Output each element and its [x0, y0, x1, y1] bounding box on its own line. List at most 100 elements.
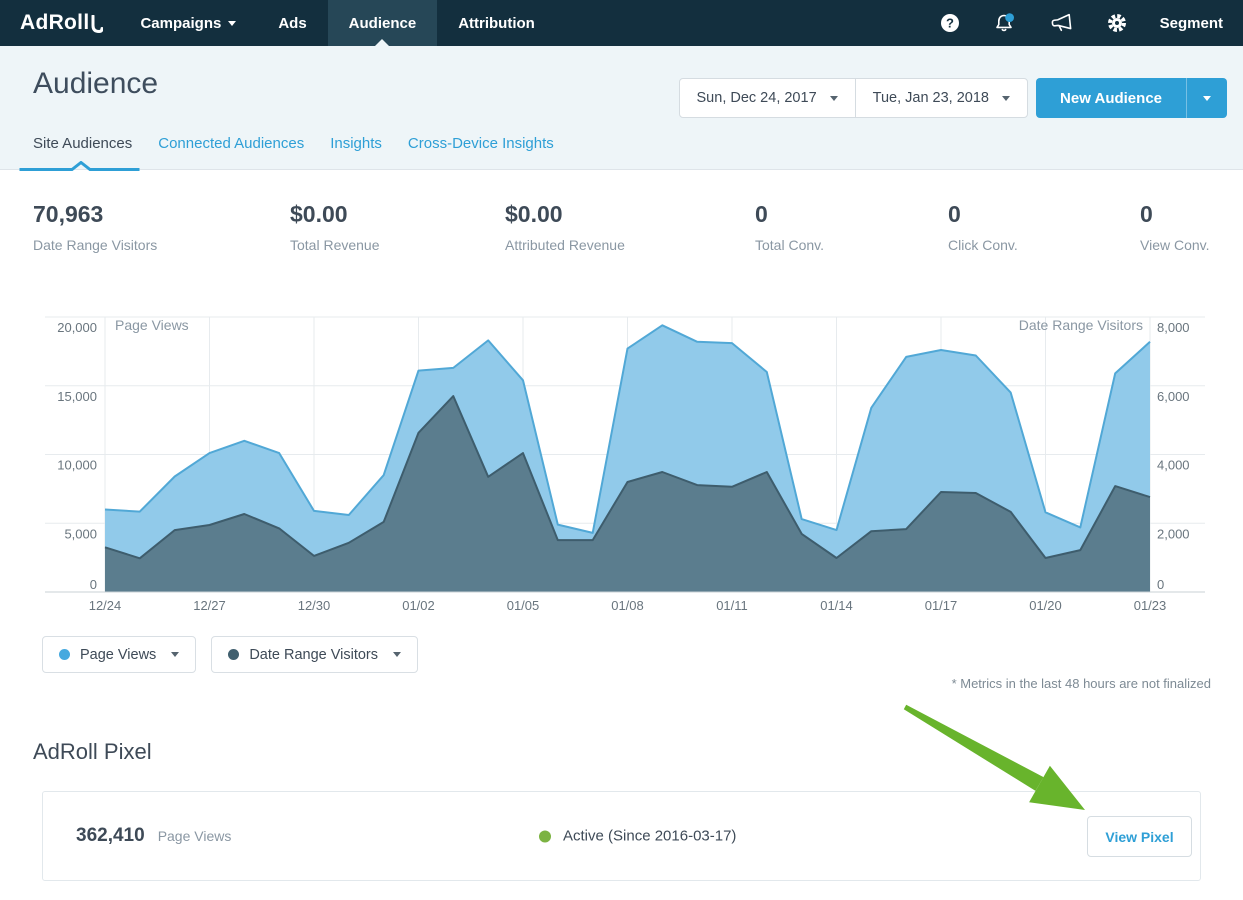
active-nav-notch: [375, 39, 389, 46]
chevron-down-icon: [1203, 96, 1211, 101]
page-title: Audience: [33, 67, 158, 101]
megaphone-icon[interactable]: [1049, 13, 1074, 33]
tab-site-audiences[interactable]: Site Audiences: [33, 135, 132, 152]
chevron-down-icon: [171, 652, 179, 657]
svg-text:01/17: 01/17: [925, 598, 958, 613]
stat-attributed-revenue: $0.00 Attributed Revenue: [505, 201, 755, 296]
stat-label: Date Range Visitors: [33, 237, 290, 253]
stat-value: 0: [948, 201, 1140, 228]
notification-badge: [1005, 13, 1014, 22]
stat-label: Click Conv.: [948, 237, 1140, 253]
svg-text:01/20: 01/20: [1029, 598, 1062, 613]
summary-stats: 70,963 Date Range Visitors $0.00 Total R…: [0, 171, 1243, 296]
legend-page-views-dropdown[interactable]: Page Views: [42, 636, 196, 673]
help-icon[interactable]: ?: [940, 13, 960, 33]
gear-icon[interactable]: [1107, 13, 1127, 33]
svg-text:01/08: 01/08: [611, 598, 644, 613]
stat-value: $0.00: [290, 201, 505, 228]
stat-total-revenue: $0.00 Total Revenue: [290, 201, 505, 296]
chevron-down-icon: [1002, 96, 1010, 101]
svg-text:20,000: 20,000: [57, 320, 97, 335]
active-tab-underline: [18, 161, 141, 171]
view-pixel-label: View Pixel: [1105, 829, 1173, 845]
svg-text:0: 0: [90, 577, 97, 592]
end-date-dropdown[interactable]: Tue, Jan 23, 2018: [855, 79, 1027, 117]
page-header: Audience Sun, Dec 24, 2017 Tue, Jan 23, …: [0, 46, 1243, 170]
nav-item-label: Campaigns: [140, 15, 221, 32]
start-date-value: Sun, Dec 24, 2017: [697, 90, 817, 106]
svg-text:Page Views: Page Views: [115, 317, 189, 333]
svg-text:12/27: 12/27: [193, 598, 226, 613]
start-date-dropdown[interactable]: Sun, Dec 24, 2017: [680, 79, 855, 117]
pixel-page-views-label: Page Views: [158, 828, 232, 844]
svg-text:12/30: 12/30: [298, 598, 331, 613]
stat-label: Total Revenue: [290, 237, 505, 253]
svg-text:8,000: 8,000: [1157, 320, 1190, 335]
svg-text:6,000: 6,000: [1157, 389, 1190, 404]
nav-item-campaigns[interactable]: Campaigns: [119, 0, 257, 46]
nav-item-label: Ads: [278, 15, 306, 32]
audience-page: AdRoll Campaigns Ads Audience Attributio…: [0, 0, 1243, 900]
end-date-value: Tue, Jan 23, 2018: [873, 90, 989, 106]
svg-text:Date Range Visitors: Date Range Visitors: [1019, 317, 1143, 333]
chevron-down-icon: [228, 21, 236, 26]
adroll-logo-hook: [90, 15, 103, 36]
adroll-pixel-card: 362,410 Page Views Active (Since 2016-03…: [42, 791, 1201, 881]
chevron-down-icon: [830, 96, 838, 101]
page-views-series-dot: [59, 649, 70, 660]
chart-legend: Page Views Date Range Visitors: [42, 636, 418, 673]
pixel-status-text: Active (Since 2016-03-17): [563, 828, 736, 845]
new-audience-label: New Audience: [1060, 90, 1162, 107]
nav-item-attribution[interactable]: Attribution: [437, 0, 556, 46]
pixel-page-views-value: 362,410: [76, 825, 145, 847]
view-pixel-button[interactable]: View Pixel: [1087, 816, 1192, 857]
nav-right-icons: ?: [940, 0, 1243, 46]
adroll-logo-text: AdRoll: [20, 11, 89, 35]
legend-label: Date Range Visitors: [249, 647, 378, 663]
nav-item-label: Audience: [349, 15, 417, 32]
stat-value: 70,963: [33, 201, 290, 228]
date-range-visitors-series-dot: [228, 649, 239, 660]
stat-value: 0: [1140, 201, 1243, 228]
svg-text:01/02: 01/02: [402, 598, 435, 613]
svg-text:12/24: 12/24: [89, 598, 122, 613]
svg-text:15,000: 15,000: [57, 389, 97, 404]
pixel-page-views: 362,410 Page Views: [76, 825, 231, 847]
svg-text:0: 0: [1157, 577, 1164, 592]
notifications-bell-icon[interactable]: [993, 12, 1016, 34]
stat-label: Total Conv.: [755, 237, 948, 253]
new-audience-dropdown-toggle[interactable]: [1186, 78, 1227, 118]
legend-label: Page Views: [80, 647, 156, 663]
audience-tabs: Site Audiences Connected Audiences Insig…: [33, 135, 554, 152]
new-audience-split-button: New Audience: [1036, 78, 1227, 118]
new-audience-button[interactable]: New Audience: [1036, 78, 1186, 118]
account-menu-segment[interactable]: Segment: [1160, 15, 1223, 32]
tab-connected-audiences[interactable]: Connected Audiences: [158, 135, 304, 152]
svg-text:4,000: 4,000: [1157, 458, 1190, 473]
svg-text:?: ?: [946, 16, 954, 31]
svg-text:5,000: 5,000: [64, 526, 97, 541]
nav-item-ads[interactable]: Ads: [257, 0, 327, 46]
stat-label: View Conv.: [1140, 237, 1243, 253]
svg-text:01/23: 01/23: [1134, 598, 1167, 613]
stat-value: $0.00: [505, 201, 755, 228]
annotation-arrow-shaft: [904, 705, 1044, 791]
legend-date-range-visitors-dropdown[interactable]: Date Range Visitors: [211, 636, 418, 673]
tab-cross-device-insights[interactable]: Cross-Device Insights: [408, 135, 554, 152]
tab-insights[interactable]: Insights: [330, 135, 382, 152]
nav-item-audience[interactable]: Audience: [328, 0, 438, 46]
stat-click-conv: 0 Click Conv.: [948, 201, 1140, 296]
date-range-picker: Sun, Dec 24, 2017 Tue, Jan 23, 2018: [679, 78, 1028, 118]
traffic-area-chart: 0 5,000 10,000 15,000 20,000 0 2,000 4,000 6,000…: [0, 310, 1243, 630]
adroll-pixel-heading: AdRoll Pixel: [33, 739, 152, 765]
svg-text:2,000: 2,000: [1157, 526, 1190, 541]
stat-label: Attributed Revenue: [505, 237, 755, 253]
svg-text:01/05: 01/05: [507, 598, 540, 613]
pixel-status: Active (Since 2016-03-17): [539, 828, 736, 845]
nav-item-label: Attribution: [458, 15, 535, 32]
stat-view-conv: 0 View Conv.: [1140, 201, 1243, 296]
svg-text:10,000: 10,000: [57, 458, 97, 473]
status-active-dot: [539, 830, 551, 842]
adroll-logo[interactable]: AdRoll: [0, 0, 119, 46]
svg-text:01/11: 01/11: [716, 598, 748, 613]
